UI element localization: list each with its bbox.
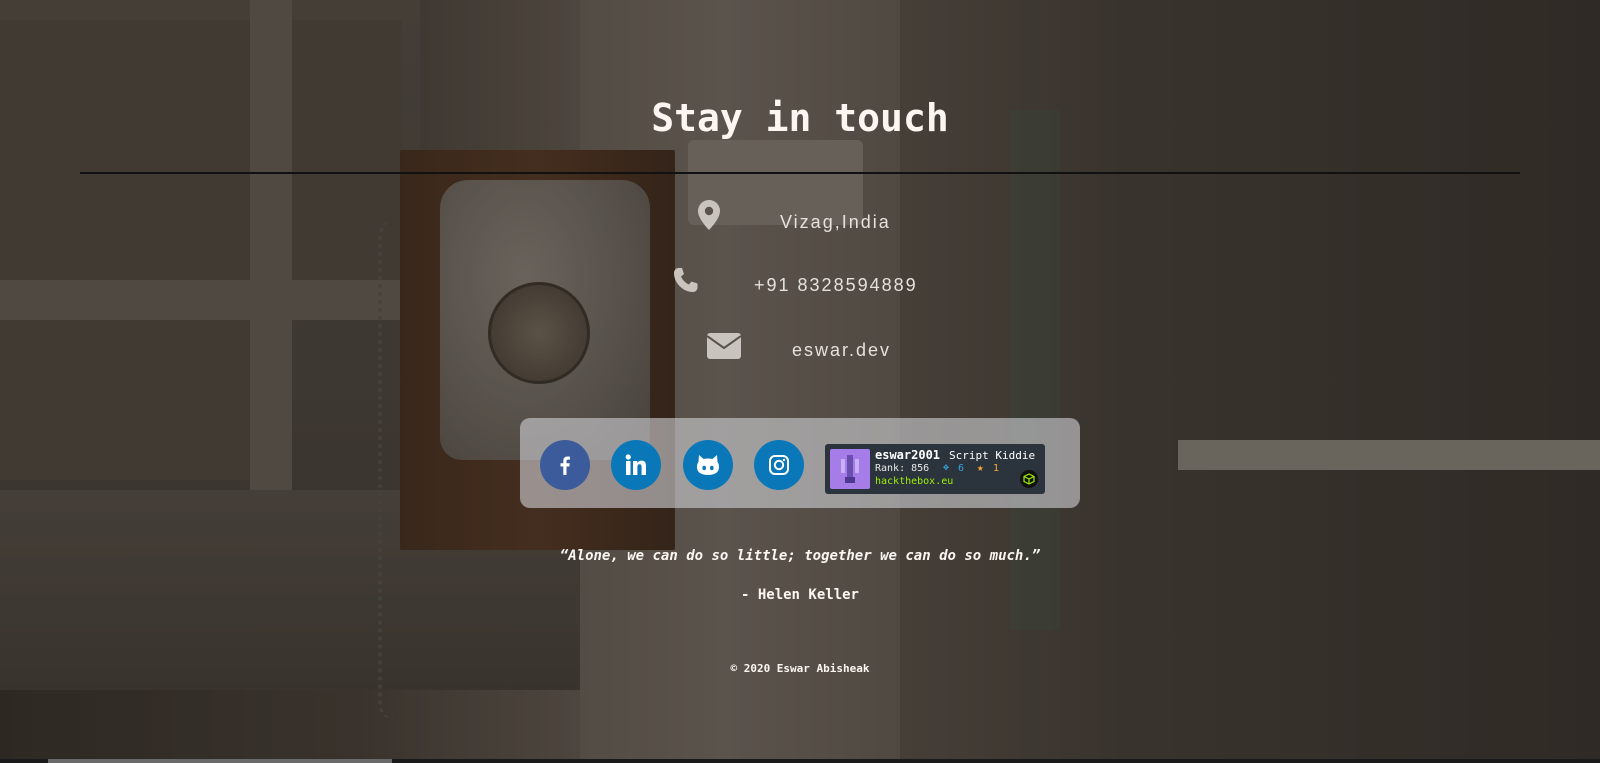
phone-text[interactable]: +91 8328594889 bbox=[754, 275, 918, 296]
envelope-icon bbox=[706, 333, 742, 363]
github-link[interactable] bbox=[683, 440, 733, 490]
email-text[interactable]: eswar.dev bbox=[792, 340, 891, 361]
footer-copyright: © 2020 Eswar Abisheak bbox=[730, 662, 870, 675]
avatar bbox=[830, 449, 870, 489]
map-marker-icon bbox=[698, 200, 720, 234]
facebook-icon bbox=[560, 456, 570, 475]
htb-respect-count: 6 bbox=[958, 463, 965, 474]
htb-star-count: 1 bbox=[993, 463, 1000, 474]
section-title: Stay in touch bbox=[651, 96, 949, 140]
respect-icon: ✥ bbox=[943, 462, 950, 473]
hackthebox-badge[interactable]: eswar2001 Script Kiddie Rank: 856 ✥ 6 ★ … bbox=[825, 444, 1045, 494]
instagram-link[interactable] bbox=[754, 440, 804, 490]
quote-text: “Alone, we can do so little; together we… bbox=[559, 548, 1041, 564]
cube-icon bbox=[1020, 470, 1038, 488]
htb-site-link[interactable]: hackthebox.eu bbox=[875, 476, 953, 487]
htb-username: eswar2001 bbox=[875, 448, 941, 462]
quote-author: - Helen Keller bbox=[740, 587, 859, 603]
contact-section: Stay in touch Vizag,India +91 8328594889… bbox=[0, 0, 1600, 763]
htb-rank-name: Script Kiddie bbox=[949, 449, 1036, 462]
linkedin-link[interactable] bbox=[611, 440, 661, 490]
instagram-icon bbox=[769, 455, 789, 475]
star-icon: ★ bbox=[977, 461, 984, 474]
phone-icon bbox=[672, 266, 700, 298]
title-divider bbox=[80, 172, 1520, 174]
horizontal-scrollbar[interactable] bbox=[0, 759, 1600, 763]
linkedin-icon bbox=[625, 454, 646, 475]
facebook-link[interactable] bbox=[540, 440, 590, 490]
github-icon bbox=[697, 455, 719, 475]
htb-rank: Rank: 856 bbox=[875, 463, 930, 474]
scrollbar-thumb[interactable] bbox=[48, 759, 392, 763]
location-text: Vizag,India bbox=[780, 212, 891, 232]
